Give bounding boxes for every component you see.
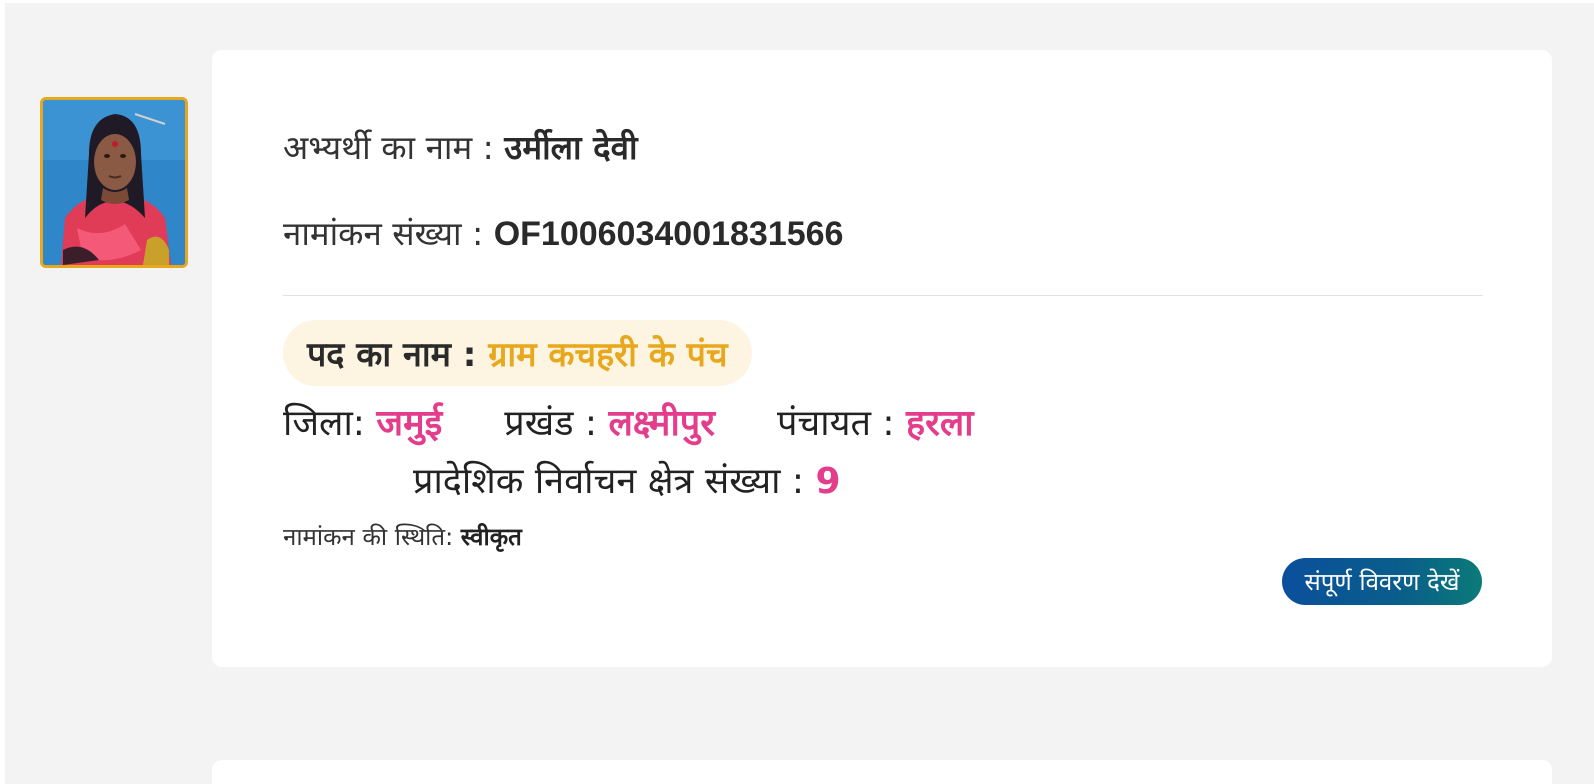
district-value: जमुई	[376, 403, 443, 444]
nomination-status-value: स्वीकृत	[460, 523, 522, 551]
nomination-status-row: नामांकन की स्थिति: स्वीकृत	[283, 520, 522, 553]
district-item: जिला: जमुई	[283, 395, 442, 453]
constituency-item: प्रादेशिक निर्वाचन क्षेत्र संख्या : 9	[413, 453, 841, 511]
constituency-label: प्रादेशिक निर्वाचन क्षेत्र संख्या :	[413, 461, 805, 502]
location-row: जिला: जमुई प्रखंड : लक्ष्मीपुर पंचायत : …	[283, 395, 1463, 511]
block-label: प्रखंड :	[504, 403, 598, 444]
block-item: प्रखंड : लक्ष्मीपुर	[504, 395, 715, 453]
panchayat-value: हरला	[906, 403, 974, 444]
view-full-details-button[interactable]: संपूर्ण विवरण देखें	[1282, 558, 1482, 605]
candidate-name-label: अभ्यर्थी का नाम :	[283, 128, 494, 167]
next-candidate-card	[212, 760, 1552, 784]
nomination-status-label: नामांकन की स्थिति:	[283, 523, 454, 551]
nomination-number-label: नामांकन संख्या :	[283, 214, 484, 253]
nomination-number-row: नामांकन संख्या : OF1006034001831566	[283, 210, 843, 255]
block-value: लक्ष्मीपुर	[608, 403, 715, 444]
post-name-label: पद का नाम :	[307, 335, 477, 375]
candidate-card: अभ्यर्थी का नाम : उर्मीला देवी नामांकन स…	[212, 50, 1552, 667]
post-name-badge: पद का नाम : ग्राम कचहरी के पंच	[283, 320, 752, 386]
nomination-number-value: OF1006034001831566	[493, 215, 844, 253]
district-label: जिला:	[283, 403, 365, 444]
post-name-value: ग्राम कचहरी के पंच	[488, 335, 728, 375]
candidate-name-value: उर्मीला देवी	[504, 128, 638, 167]
candidate-photo	[40, 97, 188, 268]
panchayat-label: पंचायत :	[776, 403, 895, 444]
divider	[283, 295, 1483, 296]
constituency-value: 9	[815, 461, 841, 502]
candidate-photo-image	[43, 100, 185, 265]
panchayat-item: पंचायत : हरला	[777, 395, 974, 453]
candidate-name-row: अभ्यर्थी का नाम : उर्मीला देवी	[283, 124, 638, 169]
